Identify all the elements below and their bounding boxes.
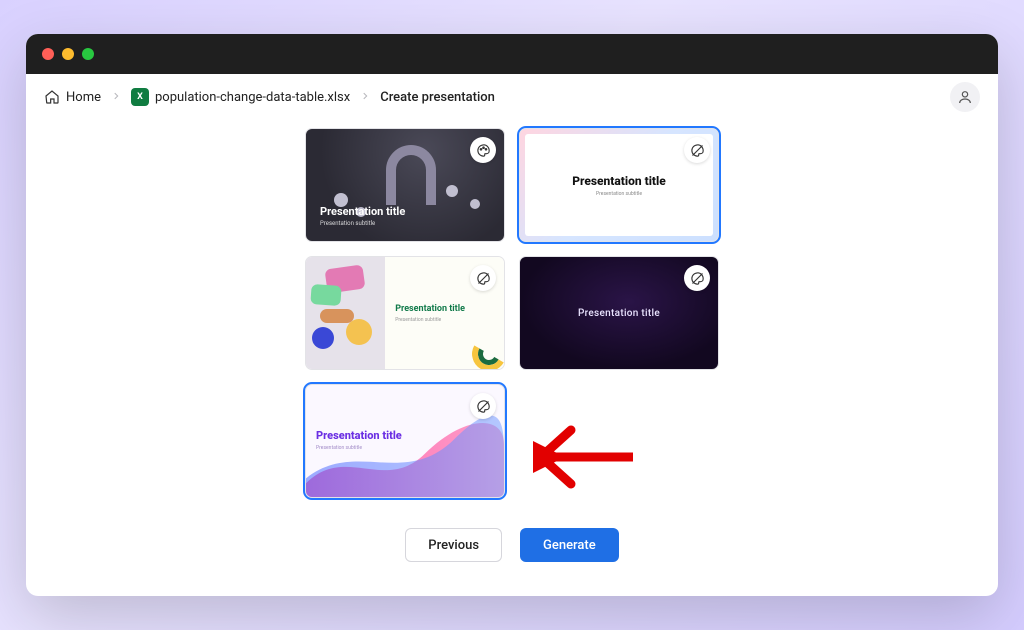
- breadcrumb: Home X population-change-data-table.xlsx…: [44, 88, 950, 106]
- template-style-badge[interactable]: [684, 137, 710, 163]
- maximize-window-button[interactable]: [82, 48, 94, 60]
- no-style-icon: [690, 143, 705, 158]
- minimize-window-button[interactable]: [62, 48, 74, 60]
- template-style-badge[interactable]: [684, 265, 710, 291]
- template-title: Presentation title: [316, 429, 402, 442]
- template-title: Presentation title: [572, 174, 666, 188]
- template-style-badge[interactable]: [470, 265, 496, 291]
- breadcrumb-file[interactable]: X population-change-data-table.xlsx: [131, 88, 350, 106]
- breadcrumb-separator: [360, 90, 370, 105]
- palette-icon: [476, 143, 491, 158]
- excel-file-icon: X: [131, 88, 149, 106]
- no-style-icon: [690, 271, 705, 286]
- template-picker-panel: Presentation title Presentation subtitle…: [290, 120, 734, 512]
- template-card-5[interactable]: Presentation title Presentation subtitle: [305, 384, 505, 498]
- template-card-3[interactable]: Presentation title Presentation subtitle: [305, 256, 505, 370]
- template-subtitle: Presentation subtitle: [320, 220, 405, 227]
- template-title: Presentation title: [395, 304, 504, 314]
- content-area: Presentation title Presentation subtitle…: [26, 120, 998, 596]
- breadcrumb-separator: [111, 90, 121, 105]
- template-subtitle: Presentation subtitle: [316, 445, 362, 451]
- breadcrumb-file-label: population-change-data-table.xlsx: [155, 90, 350, 105]
- no-style-icon: [476, 399, 491, 414]
- template-subtitle: Presentation subtitle: [596, 191, 642, 197]
- user-icon: [957, 89, 973, 105]
- app-window: Home X population-change-data-table.xlsx…: [26, 34, 998, 596]
- template-card-2[interactable]: Presentation title Presentation subtitle: [519, 128, 719, 242]
- template-title: Presentation title: [320, 205, 405, 218]
- template-style-badge[interactable]: [470, 393, 496, 419]
- template-subtitle: Presentation subtitle: [395, 317, 504, 323]
- chevron-right-icon: [360, 91, 370, 101]
- template-card-1[interactable]: Presentation title Presentation subtitle: [305, 128, 505, 242]
- wizard-footer: Previous Generate: [405, 512, 618, 584]
- breadcrumb-home-label: Home: [66, 90, 101, 105]
- previous-button[interactable]: Previous: [405, 528, 502, 562]
- template-title: Presentation title: [578, 308, 660, 319]
- generate-button[interactable]: Generate: [520, 528, 619, 562]
- breadcrumb-home[interactable]: Home: [44, 89, 101, 105]
- breadcrumb-current: Create presentation: [380, 90, 495, 105]
- window-titlebar: [26, 34, 998, 74]
- top-bar: Home X population-change-data-table.xlsx…: [26, 74, 998, 120]
- window-controls: [42, 48, 94, 60]
- close-window-button[interactable]: [42, 48, 54, 60]
- template-thumbnail: [306, 257, 385, 369]
- template-style-badge[interactable]: [470, 137, 496, 163]
- account-button[interactable]: [950, 82, 980, 112]
- chevron-right-icon: [111, 91, 121, 101]
- template-card-4[interactable]: Presentation title: [519, 256, 719, 370]
- home-icon: [44, 89, 60, 105]
- no-style-icon: [476, 271, 491, 286]
- template-grid: Presentation title Presentation subtitle…: [305, 120, 719, 498]
